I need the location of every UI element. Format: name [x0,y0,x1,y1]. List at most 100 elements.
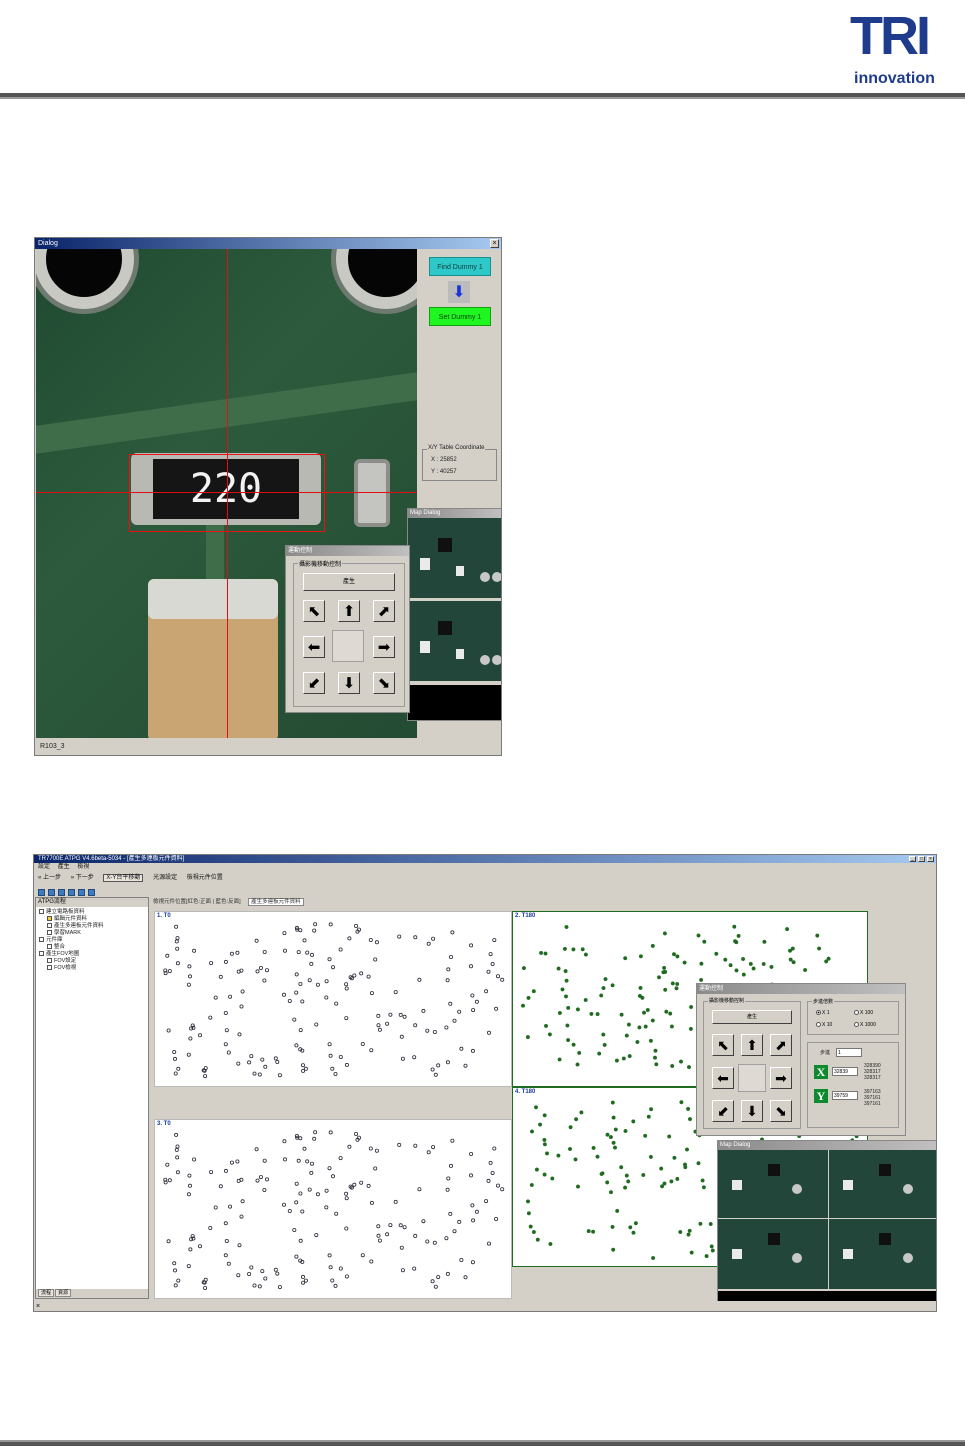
zoom-out-icon[interactable] [78,889,85,897]
component-dot [543,951,548,956]
status-bar: × [34,1301,936,1311]
step-x10-radio[interactable]: X 10 [816,1022,832,1028]
x-position-field[interactable]: 32839 [832,1067,858,1076]
step-input[interactable]: 1 [836,1048,862,1057]
export-icon[interactable] [88,889,95,897]
check-position-button[interactable]: 檢視元件位置 [187,875,223,881]
tab-flow[interactable]: 流程 [38,1289,55,1297]
status-close-icon[interactable]: × [36,1303,40,1310]
component-dot [610,1224,615,1229]
coordinate-legend: X/Y Table Coordinate [427,445,486,451]
x-history-list: 328390 328317 328317 [864,1063,881,1081]
component-dot [360,1253,365,1258]
board-panel-3[interactable]: 3. T0 [154,1119,512,1299]
component-dot [668,1011,673,1016]
tree-item[interactable]: 產生多連板元件資料 [39,923,148,930]
frame-icon[interactable] [58,889,65,897]
arrow-northeast-button[interactable]: ⬈ [373,600,395,622]
menu-generate[interactable]: 產生 [58,864,70,870]
tree-checkbox[interactable] [47,965,52,970]
pcb-thumbnail[interactable] [408,518,501,598]
pcb-thumbnail[interactable] [718,1150,828,1218]
tab-component-position[interactable]: 檢視元件位置[紅色:正面 | 藍色:反面] [153,899,241,905]
component-dot [643,1133,648,1138]
tree-checkbox[interactable] [47,923,52,928]
arrow-northeast-button[interactable]: ⬈ [770,1034,792,1056]
tree-checkbox[interactable] [39,909,44,914]
component-dot [413,1023,418,1028]
tree-checkbox[interactable] [39,951,44,956]
tab-resources[interactable]: 資源 [55,1289,72,1297]
arrow-southeast-button[interactable]: ⬊ [770,1100,792,1122]
arrow-west-button[interactable]: ⬅ [303,636,325,658]
arrow-south-button[interactable]: ⬇ [741,1100,763,1122]
component-dot [282,948,287,953]
tree-checkbox[interactable] [47,958,52,963]
arrow-east-button[interactable]: ➡ [373,636,395,658]
arrow-northwest-button[interactable]: ⬉ [712,1034,734,1056]
arrow-southeast-button[interactable]: ⬊ [373,672,395,694]
step-x100-radio[interactable]: X 100 [854,1010,873,1016]
close-button[interactable]: × [927,856,934,862]
pcb-thumbnail[interactable] [718,1219,828,1289]
toolbar: « 上一步 » 下一步 X-Y台平移動 光源設定 檢視元件位置 [34,872,936,884]
arrow-east-button[interactable]: ➡ [770,1067,792,1089]
component-dot [376,1013,381,1018]
component-dot [500,1187,505,1192]
tree-checkbox[interactable] [39,937,44,942]
generate-button[interactable]: 產生 [303,573,395,591]
grid-icon[interactable] [48,889,55,897]
arrow-north-button[interactable]: ⬆ [741,1034,763,1056]
minimize-button[interactable]: _ [909,856,916,862]
arrow-southwest-button[interactable]: ⬋ [712,1100,734,1122]
step-x1-radio[interactable]: X 1 [816,1010,830,1016]
tree-item[interactable]: 學習MARK [39,930,148,937]
xy-move-button[interactable]: X-Y台平移動 [103,874,144,882]
tree-item[interactable]: FOV設定 [39,958,148,965]
component-dot [564,978,569,983]
menu-settings[interactable]: 設定 [38,864,50,870]
tree-item[interactable]: 元件庫 [39,937,148,944]
component-dot [373,1166,378,1171]
tree-item[interactable]: 建立電路板資料 [39,909,148,916]
arrow-north-button[interactable]: ⬆ [338,600,360,622]
prev-step-button[interactable]: « 上一步 [38,875,61,881]
tree-checkbox[interactable] [47,916,52,921]
tree-item[interactable]: 整合 [39,944,148,951]
board-panel-1[interactable]: 1. T0 [154,911,512,1087]
arrow-southwest-button[interactable]: ⬋ [303,672,325,694]
pcb-thumbnail[interactable] [829,1150,936,1218]
arrow-south-button[interactable]: ⬇ [338,672,360,694]
tree-item[interactable]: 產生FOV地圖 [39,951,148,958]
find-dummy-button[interactable]: Find Dummy 1 [429,257,491,276]
generate-button[interactable]: 產生 [712,1010,792,1024]
menu-view[interactable]: 檢視 [77,864,89,870]
component-dot [646,1114,651,1119]
maximize-button[interactable]: □ [918,856,925,862]
component-dot [769,964,774,969]
tree-checkbox[interactable] [47,944,52,949]
zoom-in-icon[interactable] [68,889,75,897]
component-dot [186,1052,191,1057]
light-settings-button[interactable]: 光源設定 [153,875,177,881]
set-dummy-button[interactable]: Set Dummy 1 [429,307,491,326]
pcb-thumbnail[interactable] [829,1219,936,1289]
tree-item[interactable]: FOV檢視 [39,965,148,972]
tree-item-label: 學習MARK [54,930,81,936]
tab-multi-board[interactable]: 產生多連板元件資料 [248,898,304,906]
y-position-field[interactable]: 39759 [832,1091,858,1100]
tree-item[interactable]: 編輯元件資料 [39,916,148,923]
arrow-west-button[interactable]: ⬅ [712,1067,734,1089]
component-dot [708,1221,713,1226]
close-button[interactable]: × [490,239,499,248]
pcb-thumbnail[interactable] [408,601,501,681]
component-dot [165,1162,170,1167]
tree-item-label: 整合 [54,944,66,950]
component-dot [265,968,270,973]
tree-checkbox[interactable] [47,930,52,935]
next-step-button[interactable]: » 下一步 [71,875,94,881]
step-x1000-radio[interactable]: X 1000 [854,1022,876,1028]
save-icon[interactable] [38,889,45,897]
arrow-northwest-button[interactable]: ⬉ [303,600,325,622]
component-dot [619,1165,624,1170]
